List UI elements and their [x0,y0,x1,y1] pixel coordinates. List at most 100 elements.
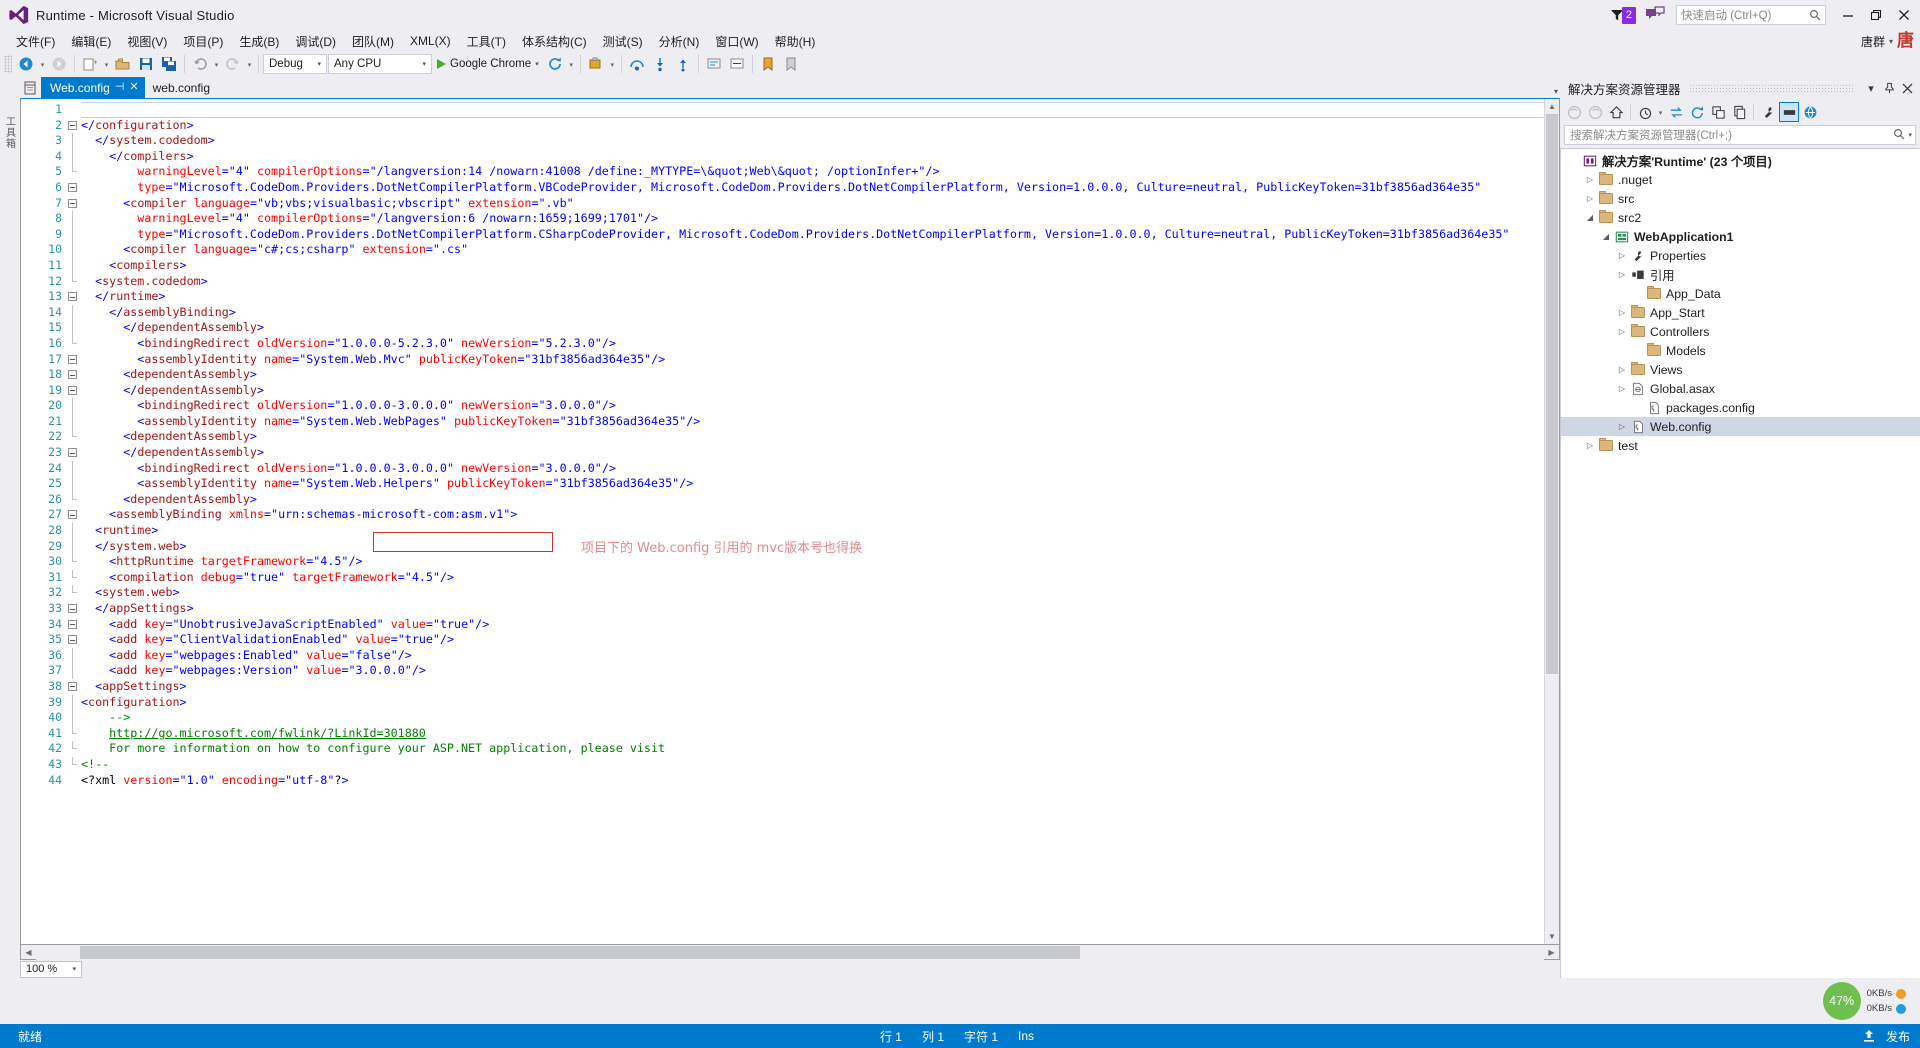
pending-changes-dropdown[interactable]: ▾ [1656,101,1665,123]
solution-configuration-dropdown[interactable]: Debug ▾ [263,54,327,74]
scroll-left-arrow[interactable]: ◀ [21,945,36,960]
code-line[interactable]: </system.codedom> [81,133,1544,149]
undo-icon[interactable] [189,53,211,75]
toolbar-grip[interactable] [4,55,12,73]
menu-item-architecture[interactable]: 体系结构(C) [514,31,595,52]
close-icon[interactable] [1898,78,1916,98]
zoom-level-dropdown[interactable]: 100 % ▾ [20,960,82,978]
code-line[interactable]: --> [81,710,1544,726]
tree-item-models[interactable]: Models [1561,341,1920,360]
code-line[interactable]: <dependentAssembly> [81,367,1544,383]
code-line[interactable]: <!-- [81,757,1544,773]
search-options-caret[interactable]: ▾ [1905,131,1912,139]
tree-item-app_start[interactable]: ▷ App_Start [1561,303,1920,322]
outlining-marker[interactable] [65,180,81,196]
menu-item-help[interactable]: 帮助(H) [767,31,824,52]
code-line[interactable]: <configuration> [81,695,1544,711]
show-all-files-icon[interactable] [1729,102,1749,122]
code-line[interactable]: </assemblyBinding> [81,305,1544,321]
back-icon[interactable] [1564,102,1584,122]
attach-dropdown[interactable]: ▾ [608,53,617,75]
code-line[interactable]: </dependentAssembly> [81,383,1544,399]
expander-expand-icon[interactable]: ▷ [1583,441,1597,450]
outlining-marker[interactable] [65,196,81,212]
scroll-down-arrow[interactable]: ▼ [1545,929,1559,944]
comment-icon[interactable] [703,53,725,75]
code-line[interactable]: <compiler language="vb;vbs;visualbasic;v… [81,196,1544,212]
code-text-area[interactable]: </configuration> </system.codedom> </com… [81,99,1544,944]
quick-launch-input[interactable]: 快速启动 (Ctrl+Q) [1676,5,1826,25]
bookmark-icon[interactable] [757,53,779,75]
code-line[interactable] [81,102,1544,118]
collapse-all-icon[interactable] [1708,102,1728,122]
sync-icon[interactable] [1666,102,1686,122]
code-line[interactable]: <add key="UnobtrusiveJavaScriptEnabled" … [81,617,1544,633]
forward-icon[interactable] [1585,102,1605,122]
save-all-icon[interactable] [158,53,180,75]
code-line[interactable]: <?xml version="1.0" encoding="utf-8"?> [81,773,1544,789]
menu-item-team[interactable]: 团队(M) [344,31,402,52]
code-line[interactable]: <bindingRedirect oldVersion="1.0.0.0-3.0… [81,461,1544,477]
publish-icon[interactable] [1862,1029,1876,1043]
tree-item-src2[interactable]: ◢ src2 [1561,208,1920,227]
scroll-up-arrow[interactable]: ▲ [1545,99,1559,114]
attach-to-process-icon[interactable] [585,53,607,75]
tree-item-app_data[interactable]: App_Data [1561,284,1920,303]
navigate-back-dropdown[interactable]: ▾ [38,53,47,75]
expander-expand-icon[interactable]: ▷ [1615,384,1629,393]
tree-item-.nuget[interactable]: ▷ .nuget [1561,170,1920,189]
code-line[interactable]: <appSettings> [81,679,1544,695]
outlining-marker[interactable] [65,679,81,695]
editor-vertical-scrollbar[interactable]: ▲ ▼ [1544,99,1559,944]
toggle-bookmark-icon[interactable] [780,53,802,75]
code-line[interactable]: For more information on how to configure… [81,741,1544,757]
tree-item-packages.config[interactable]: packages.config [1561,398,1920,417]
code-line[interactable]: </dependentAssembly> [81,320,1544,336]
code-line[interactable]: <system.web> [81,585,1544,601]
menu-item-project[interactable]: 项目(P) [175,31,231,52]
restore-button[interactable] [1862,3,1890,27]
redo-icon[interactable] [222,53,244,75]
outlining-marker[interactable] [65,289,81,305]
code-line[interactable]: <bindingRedirect oldVersion="1.0.0.0-5.2… [81,336,1544,352]
code-line[interactable]: <compiler language="c#;cs;csharp" extens… [81,242,1544,258]
open-file-icon[interactable] [112,53,134,75]
outlining-marker[interactable] [65,352,81,368]
code-line[interactable]: <assemblyBinding xmlns="urn:schemas-micr… [81,507,1544,523]
vertical-scroll-track[interactable] [1545,114,1559,929]
pin-icon[interactable]: ⊣ [115,82,125,93]
outlining-marker[interactable] [65,118,81,134]
expander-expand-icon[interactable]: ▷ [1583,175,1597,184]
code-line[interactable]: <dependentAssembly> [81,429,1544,445]
editor-horizontal-scrollbar[interactable]: ◀ ▶ [20,944,1560,960]
tree-item-controllers[interactable]: ▷ Controllers [1561,322,1920,341]
chevron-down-icon[interactable]: ▾ [1862,78,1880,98]
menu-item-debug[interactable]: 调试(D) [287,31,344,52]
code-line[interactable]: <compilation debug="true" targetFramewor… [81,570,1544,586]
expander-collapse-icon[interactable]: ◢ [1583,213,1597,222]
menu-item-build[interactable]: 生成(B) [231,31,287,52]
notifications-button[interactable]: 2 [1609,6,1636,24]
code-line[interactable]: <httpRuntime targetFramework="4.5"/> [81,554,1544,570]
account-menu[interactable]: 唐群 ▾ 唐 [1861,30,1914,52]
uncomment-icon[interactable] [726,53,748,75]
outlining-marker[interactable] [65,367,81,383]
tree-item-[interactable]: ▷ 引用 [1561,265,1920,284]
code-line[interactable]: </configuration> [81,118,1544,134]
code-line[interactable]: <assemblyIdentity name="System.Web.Mvc" … [81,352,1544,368]
refresh-icon[interactable] [1687,102,1707,122]
expander-expand-icon[interactable]: ▷ [1615,327,1629,336]
outlining-marker[interactable] [65,632,81,648]
code-line[interactable]: <assemblyIdentity name="System.Web.Helpe… [81,476,1544,492]
vertical-scroll-thumb[interactable] [1546,114,1558,674]
code-line[interactable]: <dependentAssembly> [81,492,1544,508]
properties-icon[interactable] [1758,102,1778,122]
tree-item-global.asax[interactable]: ▷ Global.asax [1561,379,1920,398]
refresh-icon[interactable] [544,53,566,75]
tree-item-runtime23[interactable]: 解决方案'Runtime' (23 个项目) [1561,151,1920,170]
close-button[interactable] [1890,3,1918,27]
expander-expand-icon[interactable]: ▷ [1615,251,1629,260]
feedback-icon[interactable] [1644,6,1666,24]
pin-icon[interactable] [1880,78,1898,98]
toolbox-rail[interactable]: 工具箱 [0,76,18,978]
